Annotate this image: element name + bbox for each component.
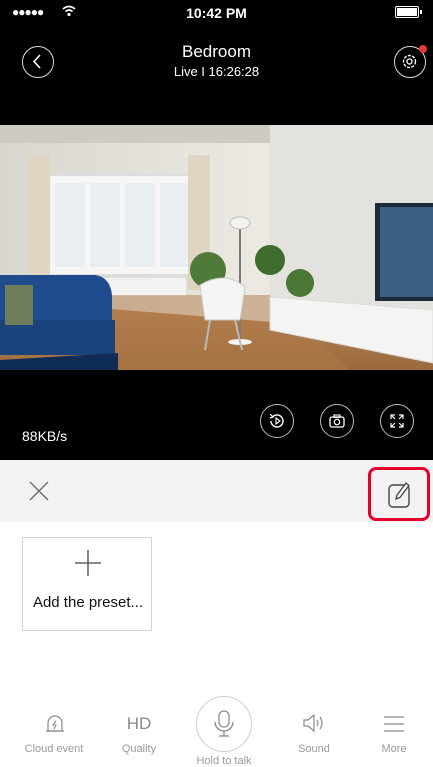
camera-icon — [329, 414, 345, 428]
nav-more[interactable]: More — [354, 690, 433, 767]
add-preset-label: Add the preset... — [32, 594, 144, 611]
room-scene — [0, 125, 433, 370]
video-controls: 88KB/s — [0, 370, 433, 460]
status-time: 10:42 PM — [186, 5, 247, 21]
hold-to-talk-label: Hold to talk — [196, 755, 252, 767]
fullscreen-button[interactable] — [380, 404, 414, 438]
edit-preset-button[interactable] — [368, 467, 430, 521]
settings-button[interactable] — [394, 45, 427, 78]
status-bar: ●●●●● 10:42 PM — [0, 0, 433, 24]
snapshot-button[interactable] — [320, 404, 354, 438]
fullscreen-icon — [390, 414, 404, 428]
notification-badge — [419, 45, 427, 53]
bitrate-label: 88KB/s — [22, 428, 68, 444]
playback-button[interactable] — [260, 404, 294, 438]
speaker-icon — [303, 713, 323, 733]
microphone-icon — [214, 710, 234, 737]
camera-header: ●●●●● 10:42 PM Bedroom Live I 16:26:28 — [0, 0, 433, 125]
page-title: Bedroom — [182, 42, 251, 61]
playback-icon — [269, 413, 284, 428]
hd-icon: HD — [126, 714, 152, 733]
nav-sound-label: Sound — [298, 743, 330, 755]
nav-quality[interactable]: HD Quality — [99, 690, 179, 767]
cloud-event-icon — [46, 715, 64, 732]
nav-quality-label: Quality — [121, 743, 157, 755]
nav-cloud-event-label: Cloud event — [24, 743, 84, 755]
live-timestamp: Live I 16:26:28 — [173, 64, 260, 79]
close-icon[interactable] — [28, 480, 50, 502]
nav-cloud-event[interactable]: Cloud event — [14, 690, 94, 767]
nav-sound[interactable]: Sound — [274, 690, 354, 767]
add-preset-card[interactable]: Add the preset... — [22, 537, 152, 631]
battery-icon — [395, 6, 422, 18]
edit-icon — [388, 482, 410, 508]
video-feed[interactable] — [0, 125, 433, 370]
plus-icon — [75, 550, 101, 576]
nav-more-label: More — [381, 743, 407, 755]
menu-icon — [384, 716, 404, 732]
hold-to-talk-button[interactable] — [196, 696, 252, 752]
